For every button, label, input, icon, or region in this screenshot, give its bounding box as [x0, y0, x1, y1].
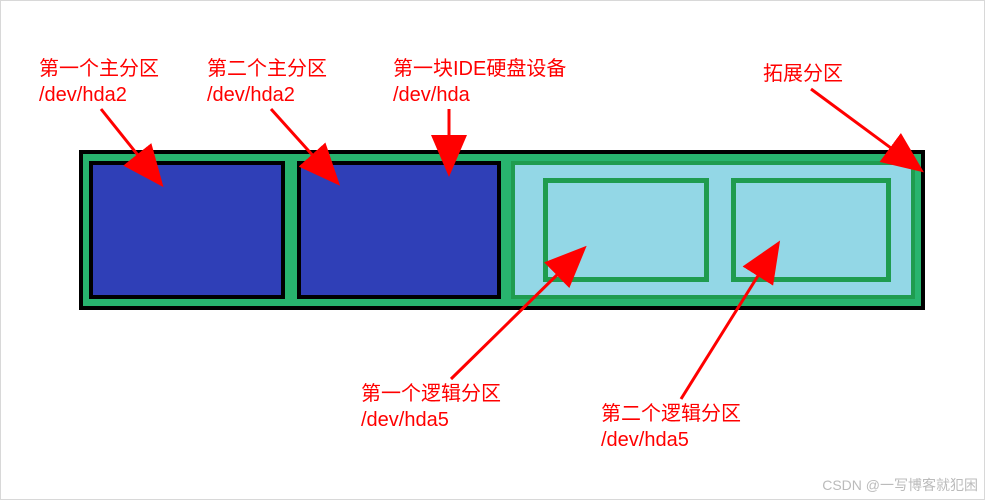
logical-partition-1 — [543, 178, 709, 282]
label-logical1-path: /dev/hda5 — [361, 409, 449, 431]
label-logical2-path: /dev/hda5 — [601, 429, 689, 451]
label-disk-title: 第一块IDE硬盘设备 — [393, 58, 566, 80]
label-primary2: 第二个主分区 /dev/hda2 — [207, 56, 327, 108]
label-primary2-path: /dev/hda2 — [207, 84, 295, 106]
label-logical1: 第一个逻辑分区 /dev/hda5 — [361, 381, 501, 433]
label-primary1-path: /dev/hda2 — [39, 84, 127, 106]
logical-partition-2 — [731, 178, 891, 282]
label-primary1: 第一个主分区 /dev/hda2 — [39, 56, 159, 108]
label-extended-title: 拓展分区 — [763, 63, 843, 85]
arrow-extended — [811, 89, 895, 151]
label-primary2-title: 第二个主分区 — [207, 58, 327, 80]
primary-partition-1 — [89, 161, 285, 299]
label-extended: 拓展分区 — [763, 61, 843, 87]
label-primary1-title: 第一个主分区 — [39, 58, 159, 80]
disk-device — [79, 150, 925, 310]
label-logical2-title: 第二个逻辑分区 — [601, 403, 741, 425]
primary-partition-2 — [297, 161, 501, 299]
label-logical1-title: 第一个逻辑分区 — [361, 383, 501, 405]
watermark: CSDN @一写博客就犯困 — [822, 475, 978, 495]
diagram-canvas: 第一个主分区 /dev/hda2 第二个主分区 /dev/hda2 第一块IDE… — [0, 0, 985, 500]
label-disk: 第一块IDE硬盘设备 /dev/hda — [393, 56, 566, 108]
label-logical2: 第二个逻辑分区 /dev/hda5 — [601, 401, 741, 453]
label-disk-path: /dev/hda — [393, 84, 470, 106]
